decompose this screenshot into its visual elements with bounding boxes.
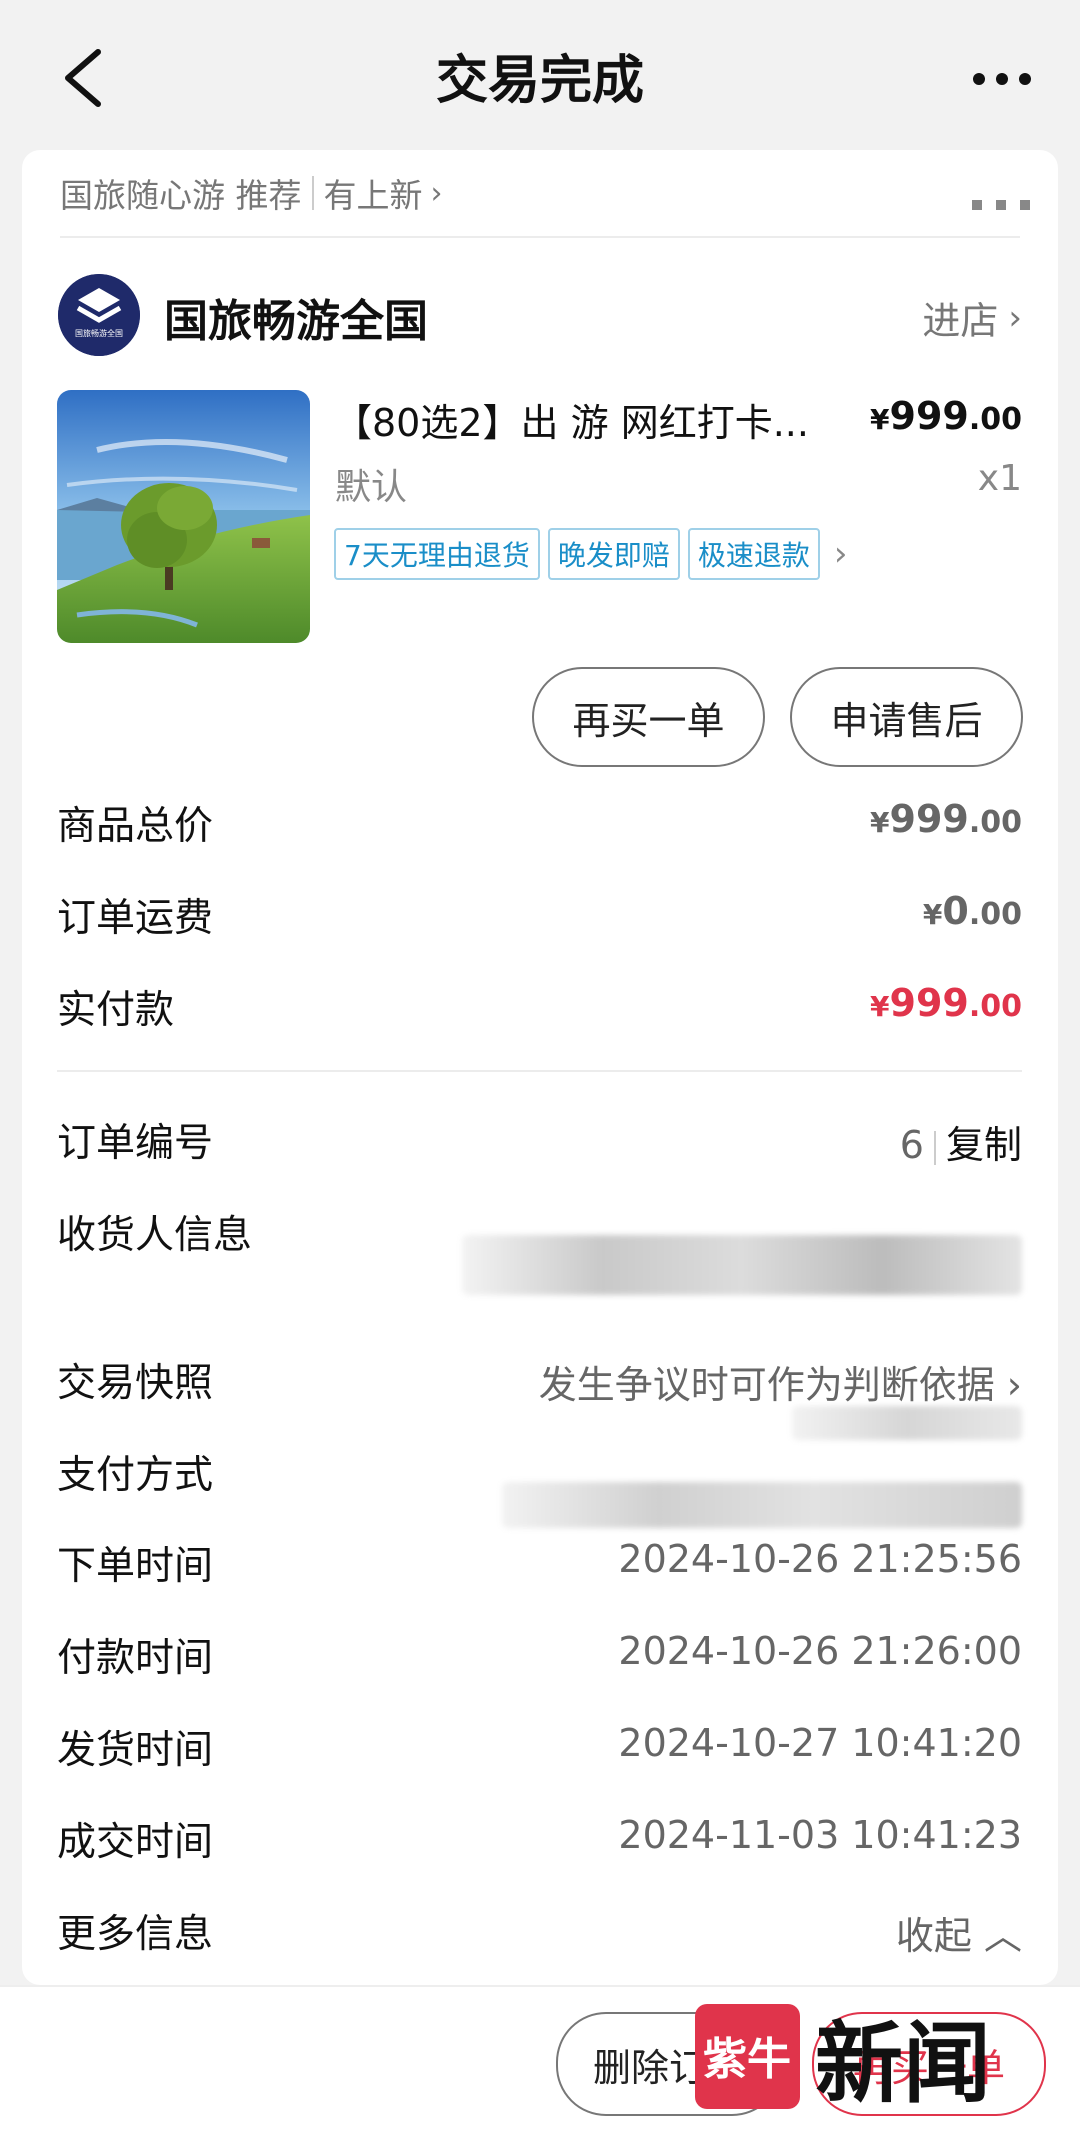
svg-text:国旅畅游全国: 国旅畅游全国	[75, 328, 123, 338]
chevron-right-icon: ›	[1006, 1363, 1022, 1407]
service-tag: 7天无理由退货	[334, 528, 540, 580]
divider	[933, 1130, 936, 1165]
divider	[311, 176, 314, 210]
order-number-value: 6 复制	[900, 1114, 1022, 1169]
receiver-info-redacted	[462, 1235, 1022, 1295]
completed-time-row: 成交时间 2024-11-03 10:41:23	[57, 1811, 1022, 1871]
snapshot-redacted	[792, 1406, 1022, 1440]
product-price: ¥999.00	[870, 394, 1022, 438]
paid-time-label: 付款时间	[57, 1636, 214, 1681]
recommend-bar[interactable]: 国旅随心游 推荐 有上新 ›	[60, 168, 443, 218]
shipped-time-value: 2024-10-27 10:41:20	[618, 1721, 1022, 1765]
goods-total-row: 商品总价 ¥999.00	[57, 795, 1022, 855]
completed-time-value: 2024-11-03 10:41:23	[618, 1813, 1022, 1857]
news-watermark-logo: 紫牛 新闻	[695, 2004, 991, 2115]
product-image-art	[57, 390, 310, 643]
product-title[interactable]: 【80选2】出 游 网红打卡...	[334, 392, 854, 447]
shop-logo[interactable]: 国旅畅游全国	[58, 274, 140, 356]
enter-shop-link[interactable]: 进店 ›	[922, 290, 1022, 345]
shipped-time-row: 发货时间 2024-10-27 10:41:20	[57, 1719, 1022, 1779]
order-number-text: 6	[899, 1123, 924, 1167]
paid-amount-row: 实付款 ¥999.00	[57, 979, 1022, 1039]
price-decimal: .00	[968, 402, 1022, 437]
snapshot-value[interactable]: 发生争议时可作为判断依据 ›	[539, 1354, 1022, 1409]
receiver-info-label: 收货人信息	[57, 1213, 253, 1258]
paid-time-value: 2024-10-26 21:26:00	[618, 1629, 1022, 1673]
order-number-row: 订单编号 6 复制	[57, 1112, 1022, 1172]
payment-method-label: 支付方式	[57, 1453, 214, 1498]
created-time-label: 下单时间	[57, 1544, 214, 1589]
shop-name[interactable]: 国旅畅游全国	[164, 285, 428, 349]
chevron-up-icon: ︿	[983, 1914, 1022, 1958]
recommend-link[interactable]: 有上新	[324, 169, 423, 217]
more-dots-icon[interactable]	[972, 198, 1030, 212]
snapshot-label: 交易快照	[57, 1361, 214, 1406]
shipped-time-label: 发货时间	[57, 1728, 214, 1773]
product-quantity: x1	[977, 458, 1022, 499]
shop-logo-icon: 国旅畅游全国	[58, 274, 140, 356]
order-number-label: 订单编号	[57, 1121, 214, 1166]
created-time-value: 2024-10-26 21:25:56	[618, 1537, 1022, 1581]
enter-shop-label: 进店	[922, 299, 999, 343]
shipping-fee-row: 订单运费 ¥0.00	[57, 887, 1022, 947]
copy-button[interactable]: 复制	[946, 1123, 1022, 1167]
recommend-text: 国旅随心游 推荐	[60, 176, 302, 215]
top-bar: 交易完成	[0, 0, 1080, 145]
collapse-toggle[interactable]: 收起 ︿	[896, 1905, 1022, 1960]
page-title: 交易完成	[435, 51, 644, 111]
price-integer: 999	[889, 394, 969, 438]
completed-time-label: 成交时间	[57, 1820, 214, 1865]
chevron-right-icon: ›	[1008, 297, 1022, 338]
payment-method-redacted	[502, 1482, 1022, 1528]
goods-total-label: 商品总价	[57, 804, 214, 849]
goods-total-value: ¥999.00	[870, 797, 1022, 841]
more-options-icon[interactable]	[972, 72, 1032, 86]
paid-amount-label: 实付款	[57, 988, 175, 1033]
shipping-fee-label: 订单运费	[57, 896, 214, 941]
divider	[60, 236, 1020, 238]
paid-amount-value: ¥999.00	[870, 981, 1022, 1025]
order-card: 国旅随心游 推荐 有上新 › 国旅畅游全国 国旅畅游全国 进店 › 【80选2】…	[22, 150, 1058, 1985]
currency-symbol: ¥	[870, 403, 890, 436]
chevron-right-icon: ›	[430, 175, 443, 211]
snapshot-row[interactable]: 交易快照 发生争议时可作为判断依据 ›	[57, 1352, 1022, 1412]
paid-time-row: 付款时间 2024-10-26 21:26:00	[57, 1627, 1022, 1687]
product-image[interactable]	[57, 390, 310, 643]
product-sku: 默认	[335, 467, 408, 508]
shipping-fee-value: ¥0.00	[922, 889, 1022, 933]
svg-text:新闻: 新闻	[815, 2011, 991, 2115]
more-info-row[interactable]: 更多信息 收起 ︿	[57, 1903, 1022, 1963]
svg-text:紫牛: 紫牛	[703, 2034, 791, 2085]
service-tags[interactable]: 7天无理由退货 晚发即赔 极速退款 ›	[334, 528, 847, 580]
created-time-row: 下单时间 2024-10-26 21:25:56	[57, 1535, 1022, 1595]
service-tag: 极速退款	[687, 528, 820, 580]
divider	[57, 1070, 1022, 1072]
more-info-label: 更多信息	[57, 1912, 214, 1957]
service-tag: 晚发即赔	[547, 528, 680, 580]
chevron-right-icon: ›	[833, 534, 848, 574]
after-sale-button[interactable]: 申请售后	[790, 667, 1023, 767]
rebuy-button[interactable]: 再买一单	[532, 667, 765, 767]
